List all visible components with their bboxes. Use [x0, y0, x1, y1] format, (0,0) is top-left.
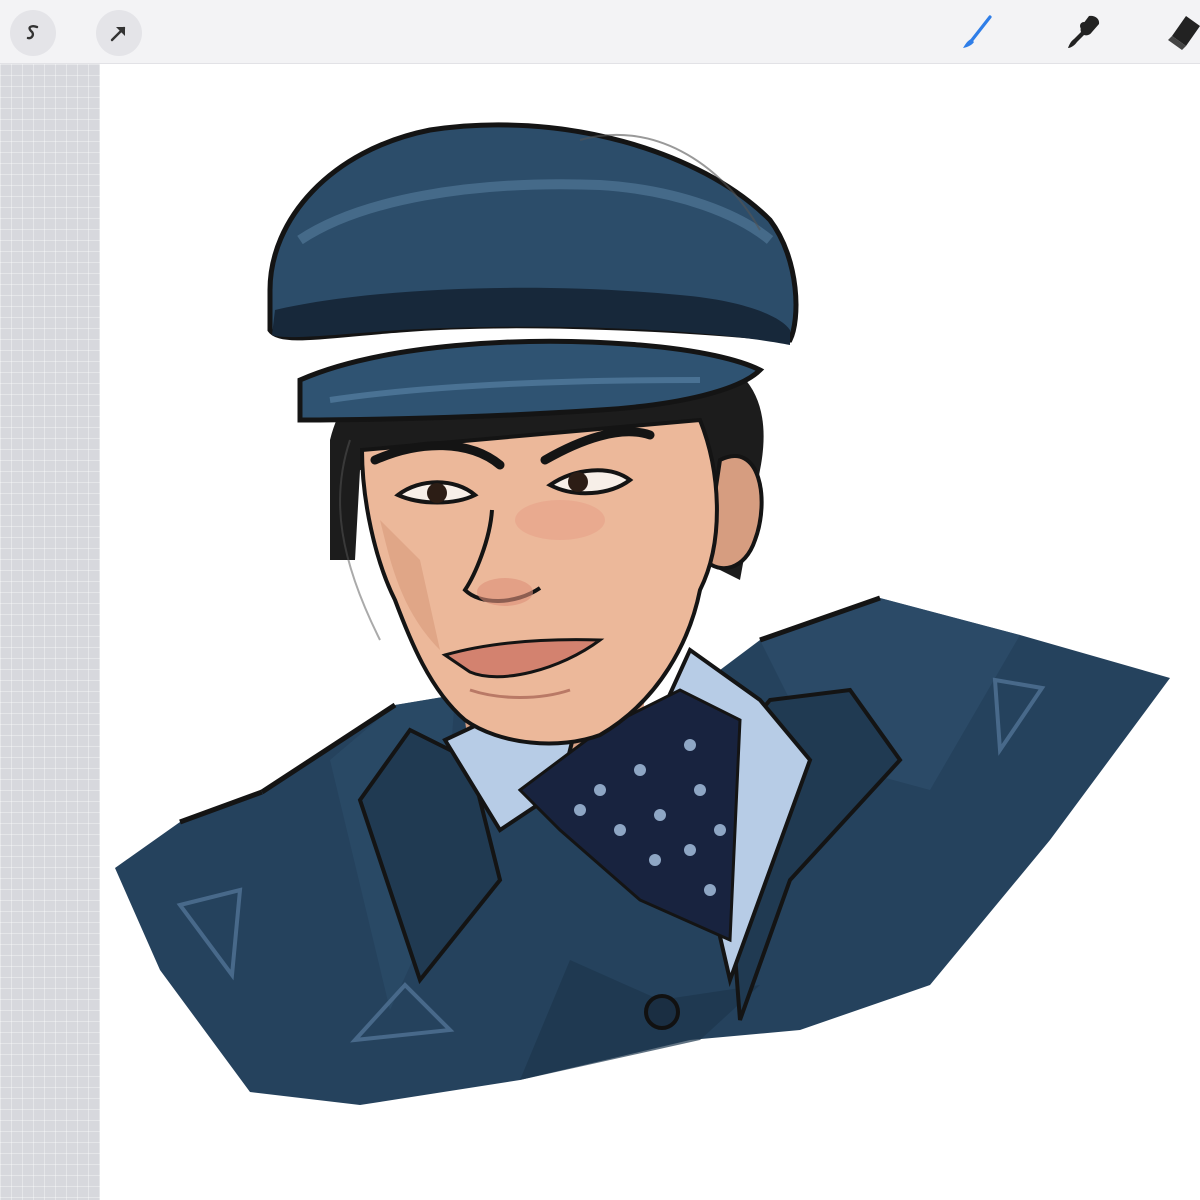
selection-button[interactable] [10, 10, 56, 56]
eraser-icon [1168, 16, 1200, 50]
transform-button[interactable] [96, 10, 142, 56]
drawing-canvas[interactable] [100, 64, 1200, 1200]
brush-button[interactable] [958, 12, 998, 52]
eraser-button[interactable] [1164, 12, 1200, 52]
smudge-icon [1068, 15, 1100, 48]
portrait-artwork [115, 122, 1170, 1105]
s-selection-icon [26, 25, 39, 40]
arrow-icon [110, 26, 126, 42]
side-panel [0, 64, 100, 1200]
smudge-button[interactable] [1064, 12, 1104, 52]
top-toolbar [0, 0, 1200, 64]
brush-icon [963, 15, 992, 48]
